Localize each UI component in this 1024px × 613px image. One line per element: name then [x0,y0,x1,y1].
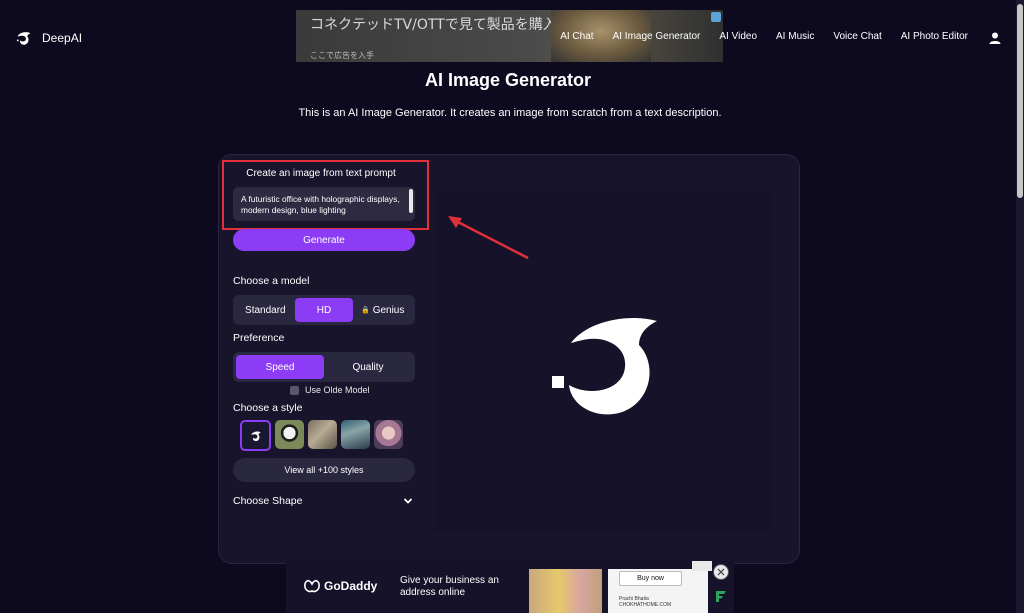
nav-ai-chat[interactable]: AI Chat [560,31,593,42]
page-title: AI Image Generator [424,70,592,90]
buy-now-button[interactable]: Buy now [619,571,682,586]
style-thumb-robot[interactable] [341,420,370,449]
model-selector: Standard HD 🔒 Genius [233,295,415,325]
model-option-genius-label: Genius [372,304,405,316]
ad-choices-icon[interactable] [711,12,721,22]
lock-icon: 🔒 [360,307,370,314]
godaddy-logo: GoDaddy [304,579,377,593]
dolphin-logo-icon [16,32,31,45]
style-thumb-panda[interactable] [275,420,304,449]
close-icon[interactable] [713,564,729,580]
bottom-ad-banner[interactable]: GoDaddy Give your business an address on… [286,561,734,613]
user-account-icon[interactable] [988,31,1002,45]
page-scrollbar-thumb[interactable] [1017,4,1023,198]
godaddy-logo-icon [304,579,320,593]
nav-ai-video[interactable]: AI Video [719,31,757,42]
model-option-hd[interactable]: HD [294,298,354,322]
dolphin-placeholder-icon [552,317,657,415]
generate-button[interactable]: Generate [233,229,415,251]
prompt-text: A futuristic office with holographic dis… [241,194,400,215]
top-nav: AI Chat AI Image Generator AI Video AI M… [560,31,968,42]
model-option-genius[interactable]: 🔒 Genius [353,298,412,322]
brand-name: DeepAI [42,31,83,45]
preference-option-quality[interactable]: Quality [324,355,412,379]
style-thumb-portrait[interactable] [374,420,403,449]
preference-option-speed[interactable]: Speed [236,355,324,379]
page-scrollbar[interactable] [1016,0,1024,613]
nav-voice-chat[interactable]: Voice Chat [833,31,881,42]
ad-credit-site: CHOKHATHOME.COM [619,602,672,608]
prompt-label: Create an image from text prompt [246,168,396,179]
model-option-standard[interactable]: Standard [236,298,295,322]
prompt-textarea[interactable]: A futuristic office with holographic dis… [233,187,415,221]
ad-photo [529,569,602,613]
style-thumb-city[interactable] [308,420,337,449]
olde-model-checkbox[interactable] [290,385,299,395]
dolphin-style-icon [250,431,261,441]
preference-label: Preference [233,332,285,344]
choose-shape-toggle[interactable]: Choose Shape [233,495,413,507]
top-ad-fine-print: ここで広告を入手 [310,51,374,60]
view-all-styles-button[interactable]: View all +100 styles [233,458,415,482]
nav-ai-photo-editor[interactable]: AI Photo Editor [901,31,968,42]
feedback-icon[interactable] [714,589,728,603]
style-label: Choose a style [233,402,303,414]
style-thumb-default[interactable] [240,420,271,451]
ad-tagline: Give your business an address online [400,575,499,598]
ad-choices-badge[interactable] [692,561,712,571]
chevron-down-icon [403,498,413,504]
logo-link[interactable]: DeepAI [16,30,82,46]
nav-ai-music[interactable]: AI Music [776,31,814,42]
prompt-scrollbar[interactable] [409,189,413,213]
page-description: This is an AI Image Generator. It create… [298,107,722,119]
olde-model-option[interactable]: Use Olde Model [290,385,370,395]
ad-credit: Prachi Bhatia CHOKHATHOME.COM [619,596,671,608]
preference-selector: Speed Quality [233,352,415,382]
choose-shape-label: Choose Shape [233,495,303,507]
red-arrow-annotation [448,216,529,260]
style-thumbnails [240,420,403,451]
ad-cta-area: Buy now Prachi Bhatia CHOKHATHOME.COM [608,569,708,613]
godaddy-brand: GoDaddy [324,579,378,593]
olde-model-label: Use Olde Model [305,385,370,395]
model-label: Choose a model [233,275,310,287]
nav-ai-image-generator[interactable]: AI Image Generator [613,31,701,42]
top-ad-headline: コネクテッドTV/OTTで見て製品を購入 [310,17,557,33]
